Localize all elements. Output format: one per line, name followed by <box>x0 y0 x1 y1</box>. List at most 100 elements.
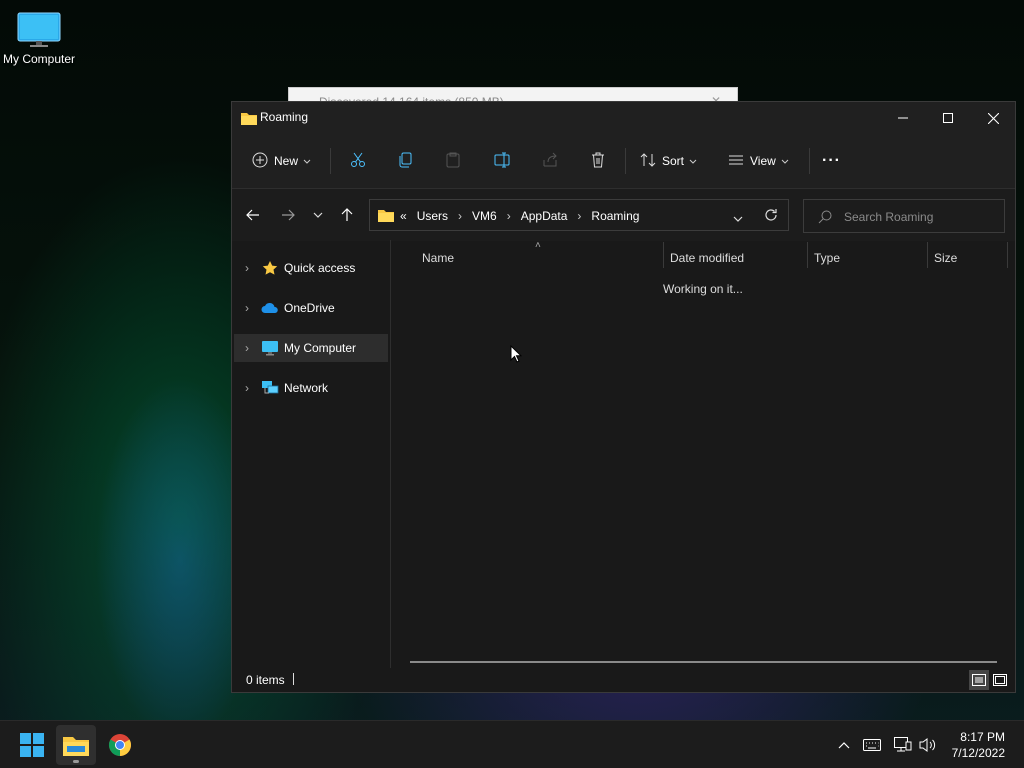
details-view-icon <box>972 674 986 686</box>
breadcrumb-item[interactable]: Roaming <box>591 209 639 223</box>
address-bar[interactable]: « Users › VM6 › AppData › Roaming <box>369 199 789 231</box>
nav-item-network[interactable]: › Network <box>234 374 388 402</box>
nav-item-quick-access[interactable]: › Quick access <box>234 254 388 282</box>
star-icon <box>260 258 280 278</box>
content-area: › Quick access › OneDrive › My Computer <box>232 240 1015 668</box>
rename-icon <box>494 152 510 171</box>
show-hidden-icons-button[interactable] <box>834 735 854 755</box>
nav-item-label: OneDrive <box>284 301 335 315</box>
view-button[interactable]: View <box>728 148 789 174</box>
cut-button[interactable] <box>350 148 366 174</box>
more-options-button[interactable]: ··· <box>822 148 841 174</box>
details-view-button[interactable] <box>969 670 989 690</box>
navigation-pane: › Quick access › OneDrive › My Computer <box>232 240 391 668</box>
chevron-up-icon <box>838 742 850 749</box>
clipboard-icon <box>445 152 461 171</box>
desktop-icon-label: My Computer <box>2 52 76 66</box>
more-icon: ··· <box>822 152 841 169</box>
status-bar: 0 items <box>232 668 1015 692</box>
recent-locations-button[interactable] <box>309 206 327 224</box>
volume-icon[interactable] <box>918 735 938 755</box>
delete-button[interactable] <box>590 148 606 174</box>
folder-icon <box>63 737 89 756</box>
chevron-down-icon <box>303 154 311 168</box>
view-label: View <box>750 154 776 168</box>
breadcrumb-item[interactable]: VM6 <box>472 209 497 223</box>
chevron-down-icon <box>781 154 789 168</box>
address-dropdown-button[interactable] <box>733 212 743 226</box>
plus-circle-icon <box>252 152 268 171</box>
clock-time: 8:17 PM <box>960 730 1005 744</box>
file-explorer-window: Roaming New Sort View ··· « Users › VM6 … <box>231 101 1016 693</box>
sort-button[interactable]: Sort <box>640 148 697 174</box>
tiles-view-icon <box>993 674 1007 686</box>
nav-item-label: Network <box>284 381 329 395</box>
breadcrumb-item[interactable]: Users <box>417 209 448 223</box>
start-button[interactable] <box>12 725 52 765</box>
new-button[interactable]: New <box>252 148 311 174</box>
tiles-view-button[interactable] <box>990 670 1010 690</box>
back-button[interactable] <box>244 206 262 224</box>
sort-label: Sort <box>662 154 685 168</box>
system-clock[interactable]: 8:17 PM 7/12/2022 <box>952 729 1005 761</box>
chevron-down-icon <box>689 154 697 168</box>
chevron-right-icon[interactable]: › <box>234 341 260 355</box>
folder-icon <box>378 208 394 225</box>
item-count: 0 items <box>246 673 285 687</box>
chevron-right-icon: › <box>458 209 463 223</box>
trash-icon <box>590 152 606 171</box>
taskbar-chrome[interactable] <box>100 725 140 765</box>
monitor-icon <box>17 12 61 48</box>
folder-icon <box>241 111 257 128</box>
column-header-name[interactable]: Name <box>422 246 454 270</box>
mouse-cursor-icon <box>510 344 523 366</box>
file-list: ˄ Name Date modified Type Size Working o… <box>392 240 1015 668</box>
rename-button[interactable] <box>494 148 510 174</box>
column-header-type[interactable]: Type <box>814 246 840 270</box>
title-bar[interactable]: Roaming <box>232 102 1015 134</box>
paste-button[interactable] <box>445 148 461 174</box>
taskbar: 8:17 PM 7/12/2022 <box>0 720 1024 768</box>
search-box[interactable]: Search Roaming <box>803 199 1005 233</box>
share-button[interactable] <box>542 148 558 174</box>
window-title: Roaming <box>260 110 309 124</box>
command-bar: New Sort View ··· <box>232 134 1015 189</box>
chevron-right-icon[interactable]: › <box>234 261 260 275</box>
column-header-size[interactable]: Size <box>934 246 957 270</box>
new-label: New <box>274 154 299 168</box>
horizontal-scrollbar[interactable] <box>410 661 997 663</box>
sort-arrows-icon <box>640 152 656 171</box>
scissors-icon <box>350 152 366 171</box>
navigation-bar: « Users › VM6 › AppData › Roaming Search… <box>232 189 1015 241</box>
breadcrumb: « Users › VM6 › AppData › Roaming <box>400 209 649 223</box>
chevron-right-icon: › <box>577 209 582 223</box>
share-icon <box>542 152 558 171</box>
chevron-right-icon[interactable]: › <box>234 301 260 315</box>
maximize-button[interactable] <box>925 102 971 134</box>
windows-logo-icon <box>20 733 44 757</box>
monitor-icon <box>260 338 280 358</box>
desktop-icon-my-computer[interactable]: My Computer <box>0 8 78 66</box>
nav-item-label: My Computer <box>284 341 357 355</box>
search-icon <box>818 210 832 227</box>
forward-button[interactable] <box>279 206 297 224</box>
loading-status: Working on it... <box>663 282 743 296</box>
breadcrumb-item[interactable]: AppData <box>521 209 568 223</box>
chrome-icon <box>109 734 131 756</box>
close-button[interactable] <box>970 102 1016 134</box>
sort-ascending-icon: ˄ <box>535 240 541 251</box>
refresh-button[interactable] <box>764 208 778 225</box>
keyboard-icon[interactable] <box>862 735 882 755</box>
minimize-button[interactable] <box>880 102 926 134</box>
chevron-right-icon[interactable]: › <box>234 381 260 395</box>
breadcrumb-overflow[interactable]: « <box>400 209 407 223</box>
copy-button[interactable] <box>398 148 414 174</box>
up-button[interactable] <box>338 206 356 224</box>
nav-item-my-computer[interactable]: › My Computer <box>234 334 388 362</box>
network-status-icon[interactable] <box>893 735 913 755</box>
column-header-date-modified[interactable]: Date modified <box>670 246 744 270</box>
nav-item-onedrive[interactable]: › OneDrive <box>234 294 388 322</box>
list-view-icon <box>728 152 744 171</box>
taskbar-file-explorer[interactable] <box>56 725 96 765</box>
cloud-icon <box>260 298 280 318</box>
